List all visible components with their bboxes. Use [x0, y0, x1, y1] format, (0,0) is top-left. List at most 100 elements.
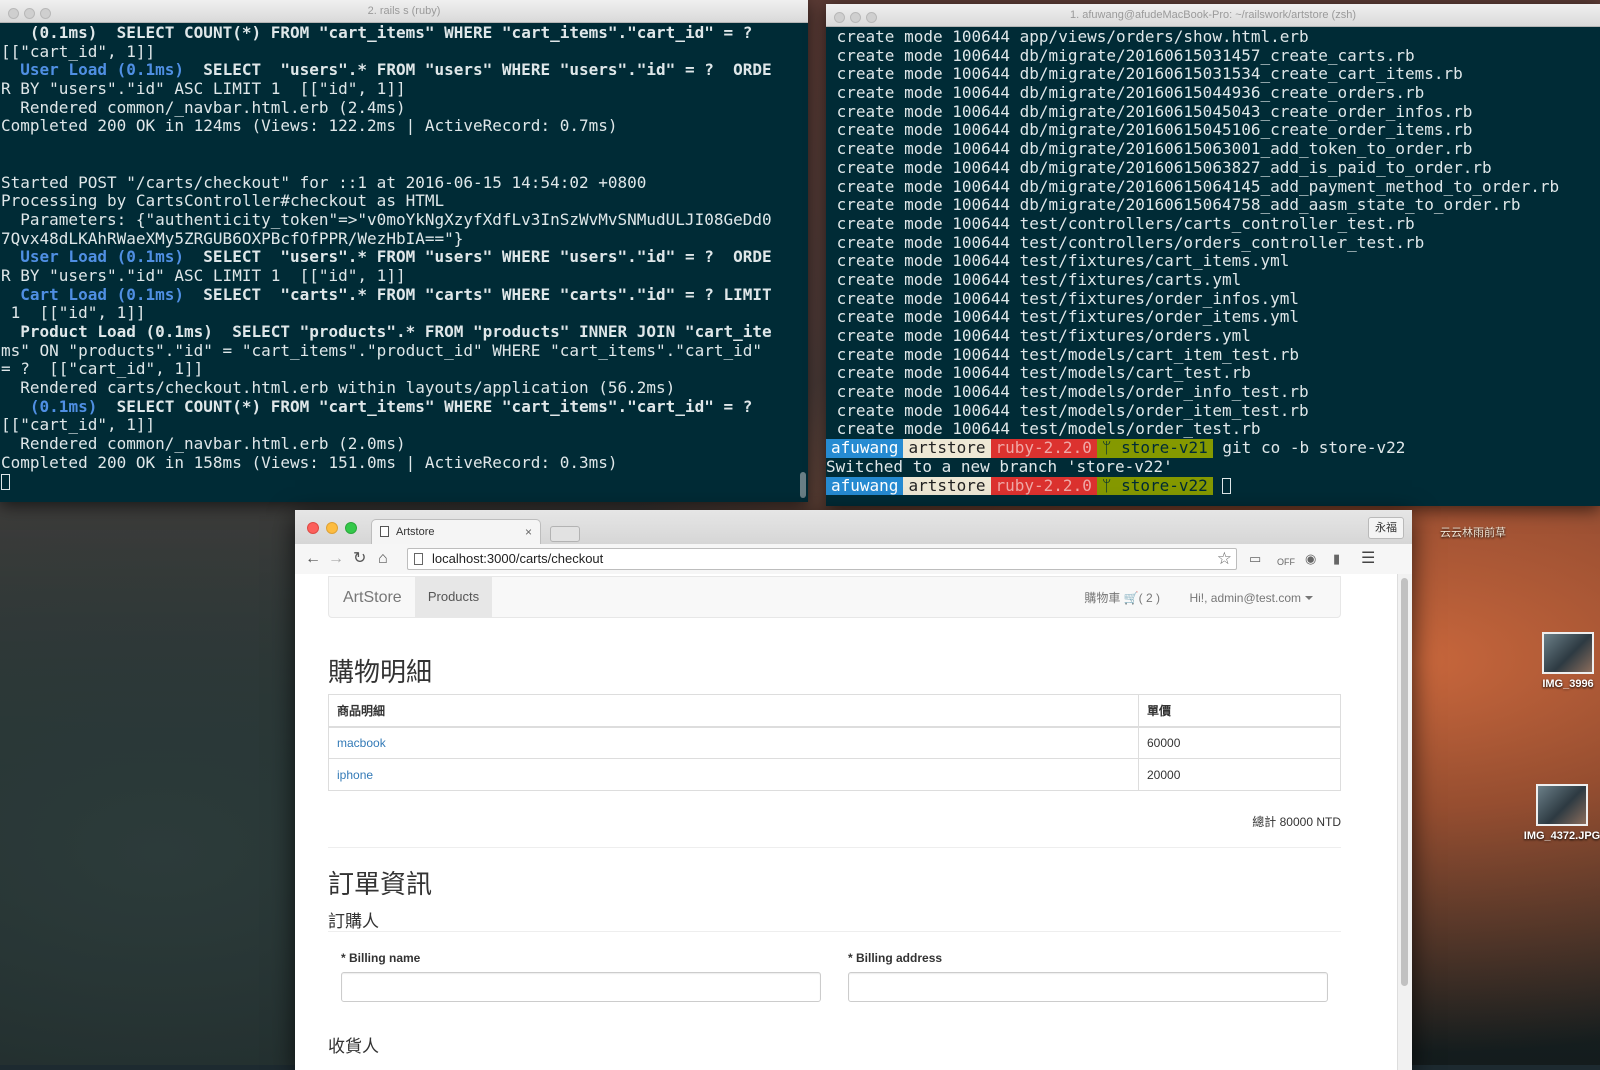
prompt-command: git co -b store-v22: [1222, 439, 1406, 458]
terminal-line: R BY "users"."id" ASC LIMIT 1 [["id", 1]…: [1, 266, 406, 285]
terminal-line: 1 [["id", 1]]: [1, 304, 146, 323]
home-icon[interactable]: ⌂: [378, 549, 388, 569]
new-tab-button[interactable]: [550, 526, 580, 542]
browser-tab-artstore[interactable]: Artstore ×: [371, 519, 541, 544]
terminal-line: Processing by CartsController#checkout a…: [1, 192, 445, 211]
terminal-title: 1. afuwang@afudeMacBook-Pro: ~/railswork…: [1070, 9, 1356, 21]
terminal-line: create mode 100644 test/models/cart_test…: [827, 364, 1251, 383]
bookmark-star-icon[interactable]: ☆: [1217, 549, 1232, 569]
table-row: macbook 60000: [328, 726, 1341, 759]
page-scrollbar[interactable]: [1397, 574, 1412, 1070]
prompt-ruby: ruby-2.2.0: [990, 439, 1097, 458]
terminal-titlebar[interactable]: 2. rails s (ruby): [0, 0, 808, 23]
prompt-dir: artstore: [903, 476, 991, 496]
terminal-window-rails[interactable]: 2. rails s (ruby) (0.1ms) SELECT COUNT(*…: [0, 0, 808, 502]
terminal-line: create mode 100644 db/migrate/2016061503…: [827, 46, 1415, 65]
log-prefix: (0.1ms): [29, 397, 98, 416]
back-arrow-icon[interactable]: ←: [305, 549, 321, 569]
log-sql: SELECT COUNT(*) FROM "cart_items" WHERE …: [97, 397, 753, 416]
terminal-line: Completed 200 OK in 124ms (Views: 122.2m…: [1, 117, 618, 136]
cart-heading: 購物明細: [328, 657, 433, 687]
terminal-line: = ? [["cart_id", 1]]: [1, 360, 204, 379]
browser-window[interactable]: Artstore × 永福 ← → ↻ ⌂ localhost:3000/car…: [295, 510, 1412, 1070]
table-row: iphone 20000: [328, 758, 1341, 791]
window-controls: [307, 521, 364, 539]
log-prefix: Product Load (0.1ms): [20, 323, 213, 341]
terminal-line: create mode 100644 test/models/order_tes…: [827, 420, 1261, 439]
close-window-icon[interactable]: [834, 12, 845, 23]
terminal-output: (0.1ms) SELECT COUNT(*) FROM "cart_items…: [0, 23, 808, 491]
zoom-window-icon[interactable]: [345, 522, 357, 534]
terminal-line: Product Load (0.1ms) SELECT "products".*…: [1, 323, 808, 342]
prompt-user: afuwang: [826, 439, 904, 458]
terminal-line: create mode 100644 db/migrate/2016061506…: [827, 177, 1560, 196]
close-window-icon[interactable]: [307, 522, 319, 534]
reload-icon[interactable]: ↻: [353, 549, 366, 569]
product-link[interactable]: iphone: [337, 768, 373, 782]
terminal-line: ms" ON "products"."id" = "cart_items"."p…: [1, 341, 762, 360]
terminal-line: create mode 100644 test/models/order_ite…: [827, 401, 1309, 420]
log-sql: SELECT "products".* FROM "products" INNE…: [212, 323, 772, 341]
price-cell: 60000: [1138, 726, 1341, 759]
terminal-line: create mode 100644 db/migrate/2016061506…: [827, 158, 1492, 177]
terminal-line: Rendered carts/checkout.html.erb within …: [1, 379, 676, 398]
divider: [328, 931, 1341, 932]
terminal-window-zsh[interactable]: 1. afuwang@afudeMacBook-Pro: ~/railswork…: [826, 4, 1600, 506]
shell-prompt-line[interactable]: afuwang artstore ruby-2.2.0 ᛘ store-v22: [826, 476, 1600, 496]
terminal-line: Started POST "/carts/checkout" for ::1 a…: [1, 173, 647, 192]
log-sql: SELECT "users".* FROM "users" WHERE "use…: [184, 248, 772, 267]
prompt-dir: artstore: [903, 439, 991, 458]
terminal-line: create mode 100644 test/fixtures/order_i…: [827, 289, 1300, 308]
zoom-window-icon[interactable]: [40, 8, 51, 19]
address-bar[interactable]: localhost:3000/carts/checkout ☆: [407, 548, 1237, 570]
divider: [328, 847, 1341, 848]
terminal-line: 7Qvx48dLKAhRWaeXMy5ZRGUB6OXPBcfOfPPR/Wez…: [1, 229, 464, 248]
terminal-line: R BY "users"."id" ASC LIMIT 1 [["id", 1]…: [1, 80, 406, 99]
image-thumbnail-icon: [1536, 784, 1588, 826]
log-sql: SELECT "carts".* FROM "carts" WHERE "car…: [184, 285, 772, 304]
product-link[interactable]: macbook: [337, 736, 386, 750]
cart-total: 總計 80000 NTD: [1252, 815, 1341, 829]
log-sql: SELECT COUNT(*) FROM "cart_items" WHERE …: [97, 24, 753, 42]
close-window-icon[interactable]: [8, 8, 19, 19]
col-header-item: 商品明細: [328, 694, 1139, 728]
required-mark: *: [341, 951, 346, 965]
page-icon: [380, 526, 389, 537]
extension-off-icon[interactable]: OFF: [1277, 553, 1295, 571]
browser-toolbar: ← → ↻ ⌂ localhost:3000/carts/checkout ☆ …: [295, 544, 1412, 575]
required-mark: *: [848, 951, 853, 965]
shell-prompt-line: afuwang artstore ruby-2.2.0 ᛘ store-v21 git…: [826, 439, 1600, 458]
profile-button[interactable]: 永福: [1368, 517, 1404, 539]
menu-icon[interactable]: ☰: [1361, 550, 1375, 568]
forward-arrow-icon[interactable]: →: [328, 549, 344, 569]
minimize-window-icon[interactable]: [24, 8, 35, 19]
terminal-line: (0.1ms) SELECT COUNT(*) FROM "cart_items…: [1, 24, 808, 43]
extension-icon[interactable]: ▮: [1333, 550, 1340, 568]
window-controls: [834, 9, 882, 31]
desktop-file-label: IMG_3996: [1542, 678, 1594, 690]
terminal-line: create mode 100644 test/controllers/orde…: [827, 233, 1425, 252]
cast-icon[interactable]: ▭: [1249, 550, 1261, 568]
terminal-cursor: [1222, 477, 1232, 494]
minimize-window-icon[interactable]: [850, 12, 861, 23]
terminal-line: create mode 100644 test/models/cart_item…: [827, 345, 1300, 364]
terminal-cursor-line: [1, 473, 808, 492]
prompt-ruby: ruby-2.2.0: [990, 476, 1097, 496]
terminal-scrollbar[interactable]: [800, 472, 806, 498]
tab-close-icon[interactable]: ×: [525, 520, 532, 545]
camera-icon[interactable]: ◉: [1305, 550, 1316, 568]
log-prefix: User Load (0.1ms): [20, 248, 185, 267]
scrollbar-thumb[interactable]: [1401, 578, 1408, 986]
zoom-window-icon[interactable]: [866, 12, 877, 23]
page-content: 購物明細 商品明細 單價 macbook 60000 iphone 20000: [328, 574, 1341, 1070]
minimize-window-icon[interactable]: [326, 522, 338, 534]
billing-name-label: * Billing name: [341, 951, 421, 965]
order-info-heading: 訂單資訊: [328, 869, 433, 899]
cart-table: 商品明細 單價 macbook 60000 iphone 20000: [328, 694, 1341, 791]
terminal-titlebar[interactable]: 1. afuwang@afudeMacBook-Pro: ~/railswork…: [826, 4, 1600, 27]
desktop-file-img3996[interactable]: IMG_3996: [1528, 632, 1600, 690]
billing-address-input[interactable]: [848, 972, 1328, 1002]
terminal-line: create mode 100644 db/migrate/2016061504…: [827, 84, 1425, 103]
desktop-file-img4372[interactable]: IMG_4372.JPG: [1522, 784, 1600, 842]
billing-name-input[interactable]: [341, 972, 821, 1002]
